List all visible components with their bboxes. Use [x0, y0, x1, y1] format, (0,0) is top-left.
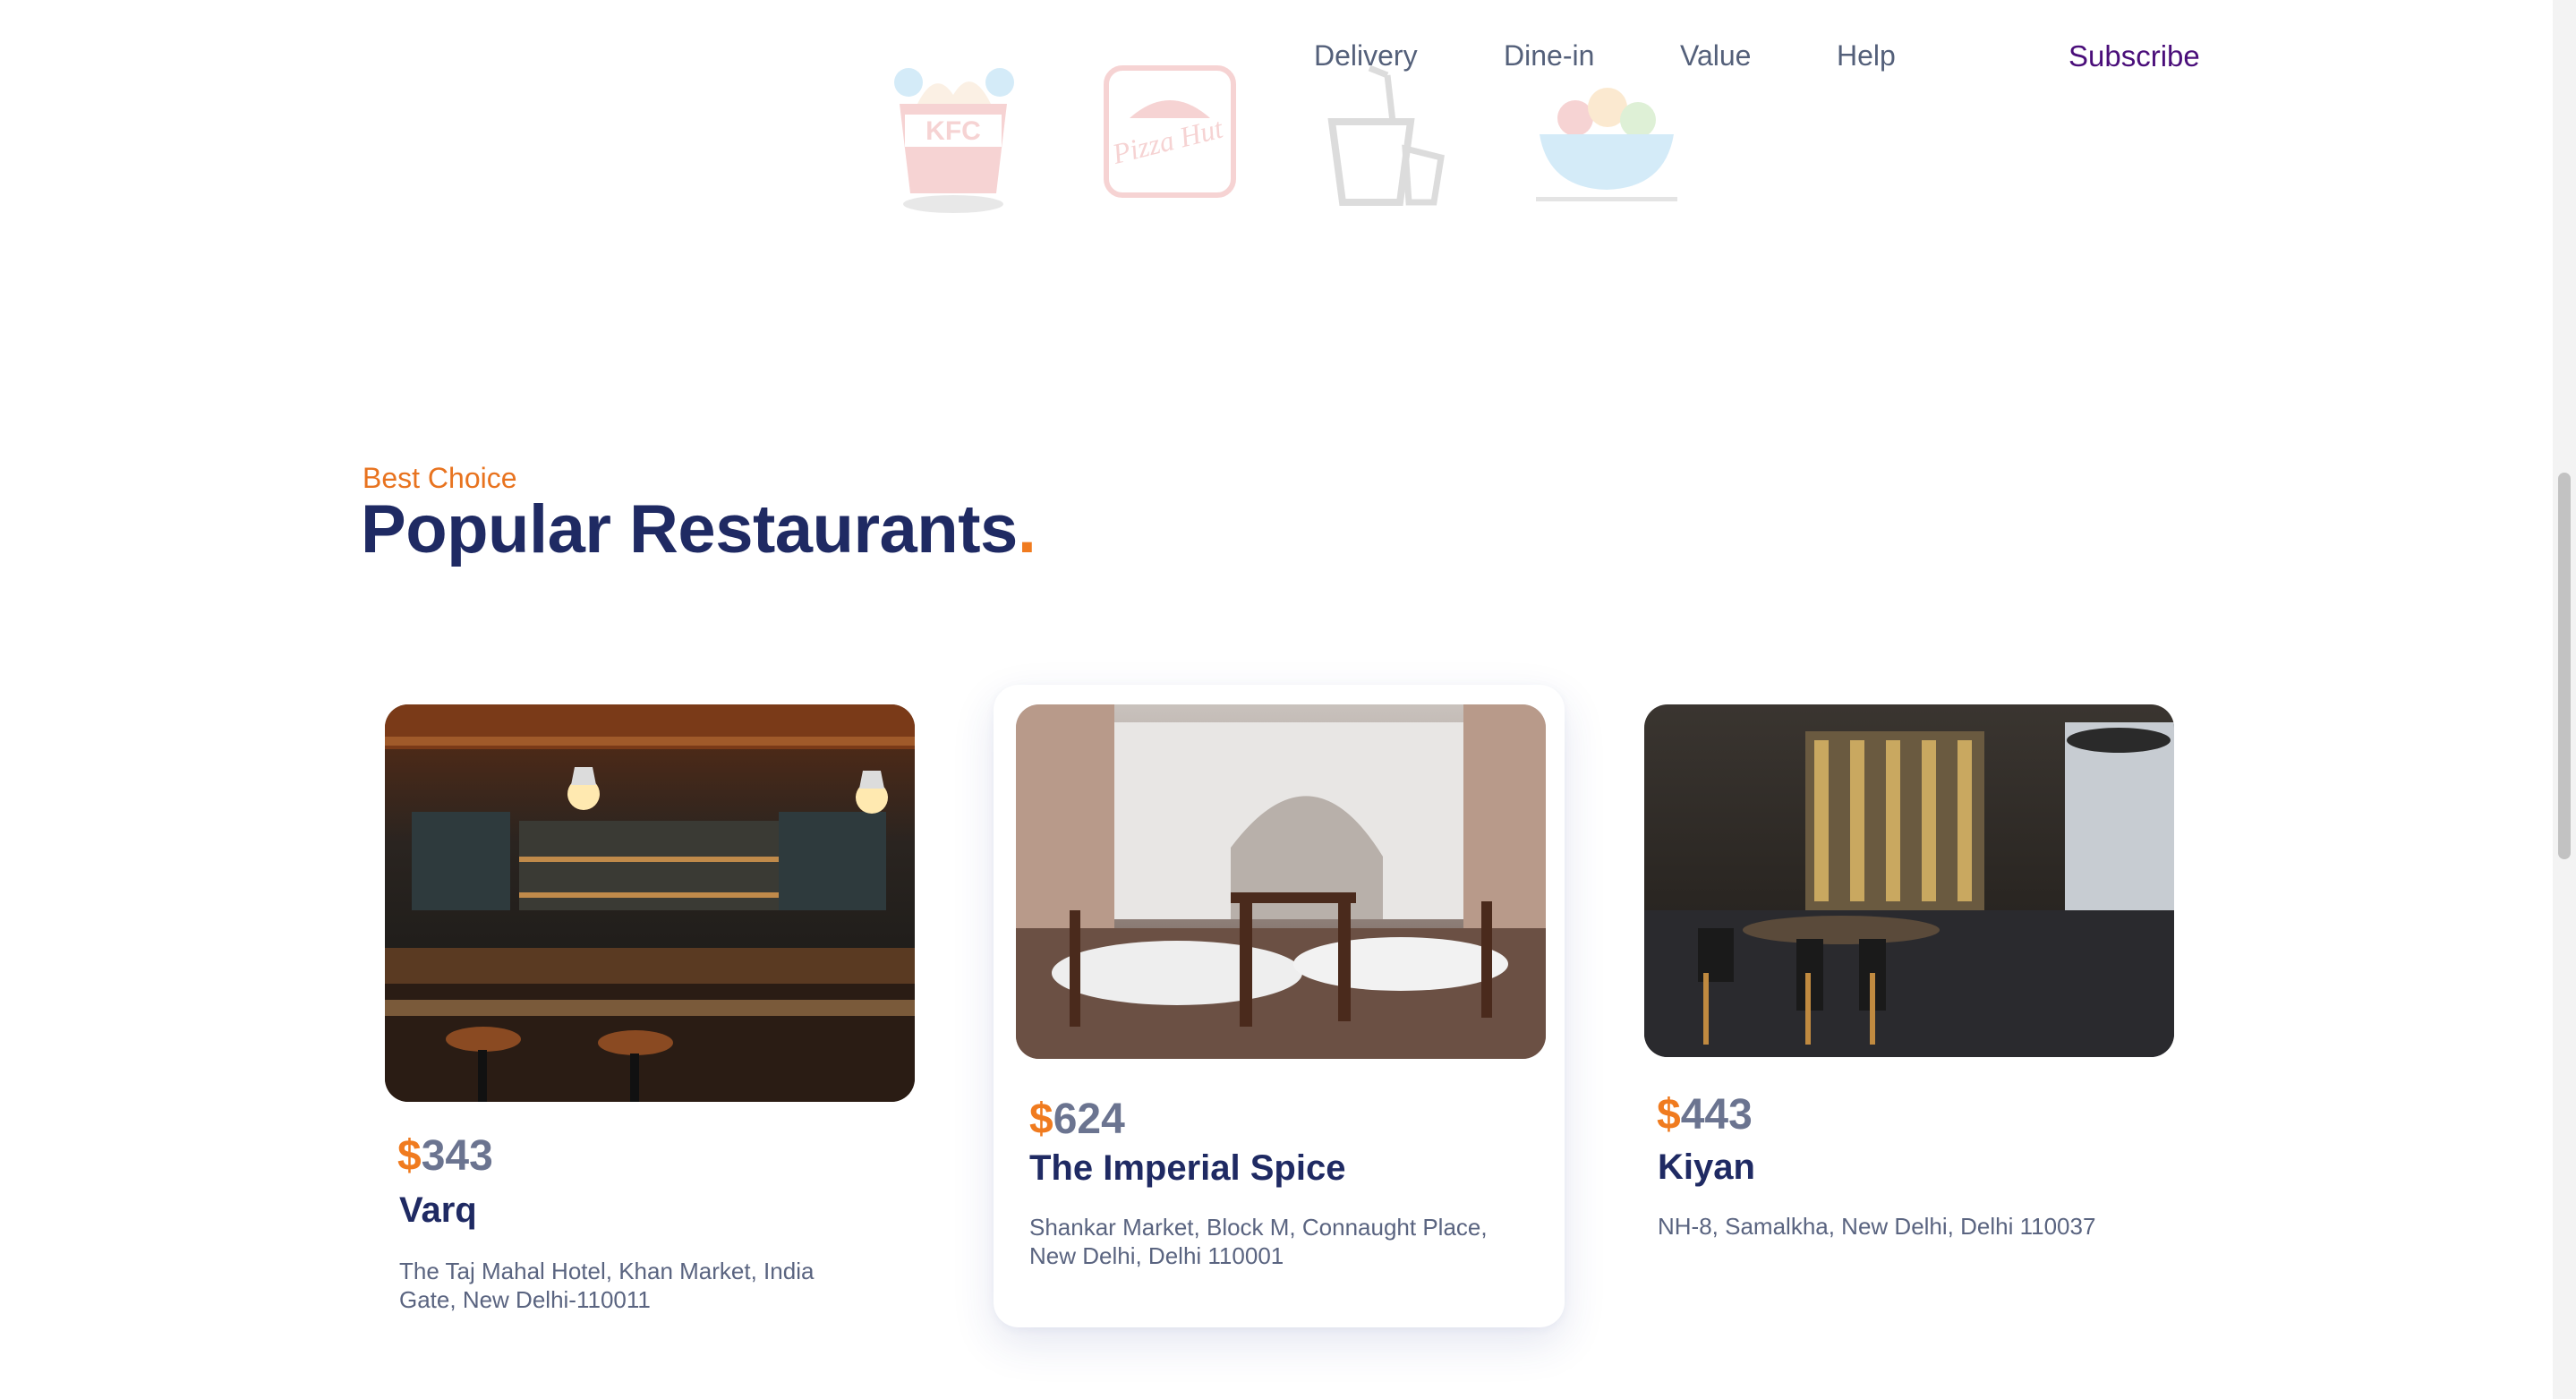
restaurant-card[interactable]: $443 Kiyan NH-8, Samalkha, New Delhi, De… [1622, 689, 2189, 1262]
pizza-hut-icon: Pizza Hut [1103, 64, 1237, 203]
price-value: 624 [1053, 1096, 1125, 1143]
scrollbar-track[interactable] [2553, 0, 2576, 1399]
restaurant-card[interactable]: $343 Varq The Taj Mahal Hotel, Khan Mark… [363, 689, 930, 1334]
restaurant-price: $343 [397, 1131, 493, 1181]
takeout-box-icon [1307, 59, 1459, 216]
section-title-dot: . [1017, 491, 1036, 567]
currency-symbol: $ [1029, 1096, 1053, 1143]
nav-link-value[interactable]: Value [1680, 39, 1751, 73]
restaurant-address: Shankar Market, Block M, Connaught Place… [1029, 1214, 1488, 1269]
food-bowl-icon [1531, 64, 1683, 212]
restaurant-price: $443 [1657, 1090, 1753, 1139]
svg-text:KFC: KFC [925, 116, 981, 146]
restaurant-address: The Taj Mahal Hotel, Khan Market, India … [399, 1258, 815, 1313]
restaurant-bar-photo [385, 704, 915, 1102]
restaurant-price: $624 [1029, 1095, 1125, 1144]
kfc-bucket-icon: KFC [882, 59, 1025, 221]
price-value: 443 [1680, 1091, 1753, 1139]
currency-symbol: $ [1657, 1091, 1681, 1139]
nav-link-help[interactable]: Help [1837, 39, 1896, 73]
section-title: Popular Restaurants. [361, 491, 1036, 568]
subscribe-link[interactable]: Subscribe [2068, 39, 2200, 73]
restaurant-card-featured[interactable]: $624 The Imperial Spice Shankar Market, … [994, 685, 1565, 1327]
section-title-text: Popular Restaurants [361, 491, 1018, 567]
price-value: 343 [421, 1132, 493, 1180]
currency-symbol: $ [397, 1132, 422, 1180]
top-nav: Delivery Dine-in Value Help Subscribe [0, 39, 2576, 84]
restaurant-dining-room-photo [1016, 704, 1546, 1059]
restaurant-address: NH-8, Samalkha, New Delhi, Delhi 110037 [1658, 1213, 2096, 1240]
restaurant-name[interactable]: The Imperial Spice [1029, 1148, 1345, 1189]
restaurant-name[interactable]: Kiyan [1658, 1147, 1755, 1188]
scrollbar-thumb[interactable] [2558, 473, 2571, 859]
restaurant-name[interactable]: Varq [399, 1190, 477, 1231]
restaurant-modern-interior-photo [1644, 704, 2174, 1057]
